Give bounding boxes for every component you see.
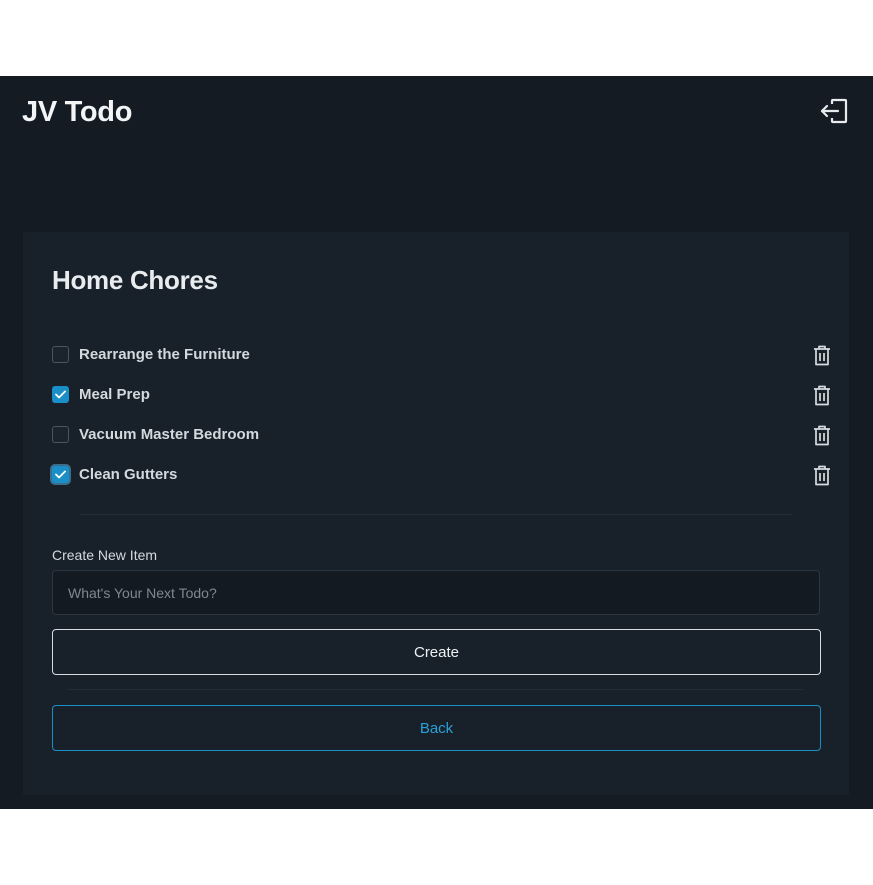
checkmark-icon bbox=[55, 390, 66, 398]
delete-item-button[interactable] bbox=[812, 344, 832, 366]
todo-checkbox[interactable] bbox=[52, 385, 69, 403]
todo-label: Vacuum Master Bedroom bbox=[79, 425, 260, 443]
delete-item-button[interactable] bbox=[812, 384, 832, 406]
todo-checkbox[interactable] bbox=[52, 465, 69, 483]
trash-icon bbox=[814, 385, 830, 405]
todo-item: Clean Gutters bbox=[52, 454, 830, 494]
todo-label: Rearrange the Furniture bbox=[79, 345, 250, 363]
logout-button[interactable] bbox=[818, 96, 850, 126]
new-todo-input[interactable] bbox=[52, 570, 820, 615]
create-button[interactable]: Create bbox=[52, 629, 821, 675]
todo-item: Vacuum Master Bedroom bbox=[52, 414, 830, 454]
app-shell: JV Todo Home Chores Rearrange the Furnit… bbox=[0, 76, 873, 809]
todo-checkbox[interactable] bbox=[52, 345, 69, 363]
trash-icon bbox=[814, 465, 830, 485]
todo-item: Rearrange the Furniture bbox=[52, 334, 830, 374]
list-title: Home Chores bbox=[52, 265, 218, 295]
todo-item: Meal Prep bbox=[52, 374, 830, 414]
back-button[interactable]: Back bbox=[52, 705, 821, 751]
trash-icon bbox=[814, 425, 830, 445]
delete-item-button[interactable] bbox=[812, 464, 832, 486]
divider bbox=[80, 514, 792, 515]
todo-checkbox[interactable] bbox=[52, 425, 69, 443]
todo-list-card: Home Chores Rearrange the Furniture Meal… bbox=[23, 232, 849, 795]
todo-label: Meal Prep bbox=[79, 385, 150, 403]
delete-item-button[interactable] bbox=[812, 424, 832, 446]
app-title: JV Todo bbox=[22, 96, 133, 128]
todo-label: Clean Gutters bbox=[79, 465, 178, 483]
create-item-label: Create New Item bbox=[52, 547, 158, 563]
trash-icon bbox=[814, 345, 830, 365]
divider bbox=[67, 689, 803, 690]
todo-list: Rearrange the Furniture Meal Prep Vacuum bbox=[52, 334, 830, 494]
logout-icon bbox=[820, 98, 848, 124]
checkmark-icon bbox=[55, 470, 66, 478]
